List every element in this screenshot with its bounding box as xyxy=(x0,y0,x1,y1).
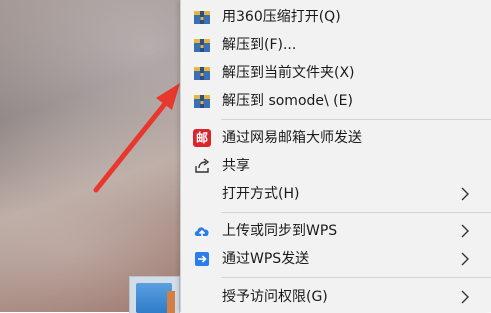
context-menu: 用360压缩打开(Q) 解压到(F)... 解压到当前文件夹(X) 解压到 so… xyxy=(180,0,491,312)
share-icon xyxy=(195,158,210,173)
menu-item-give-access[interactable]: 授予访问权限(G) xyxy=(181,284,491,310)
menu-separator xyxy=(221,212,491,213)
360-archive-icon xyxy=(194,67,210,80)
menu-item-label: 授予访问权限(G) xyxy=(222,289,328,305)
menu-item-send-via-wps[interactable]: 通过WPS发送 xyxy=(181,246,491,272)
netease-mail-master-icon: 邮 xyxy=(193,129,211,147)
file-thumbnail[interactable] xyxy=(129,276,180,313)
menu-item-label: 打开方式(H) xyxy=(222,186,300,202)
menu-item-label: 上传或同步到WPS xyxy=(222,223,338,239)
wps-send-icon xyxy=(195,252,209,266)
menu-item-extract-here[interactable]: 解压到当前文件夹(X) xyxy=(181,60,491,86)
menu-item-extract-to[interactable]: 解压到(F)... xyxy=(181,32,491,58)
menu-item-label: 通过网易邮箱大师发送 xyxy=(222,130,362,146)
mail-master-glyph: 邮 xyxy=(195,131,208,145)
menu-item-open-with-360[interactable]: 用360压缩打开(Q) xyxy=(181,4,491,30)
wps-cloud-upload-icon xyxy=(194,227,209,237)
chevron-right-icon xyxy=(461,252,469,266)
menu-item-send-via-mail-master[interactable]: 邮 通过网易邮箱大师发送 xyxy=(181,125,491,151)
menu-item-label: 解压到(F)... xyxy=(222,37,297,53)
360-archive-icon xyxy=(194,95,210,108)
menu-item-label: 用360压缩打开(Q) xyxy=(222,9,341,25)
menu-item-label: 解压到 somode\ (E) xyxy=(222,93,353,109)
menu-item-label: 共享 xyxy=(222,158,250,174)
360-archive-icon xyxy=(194,11,210,24)
menu-item-upload-sync-wps[interactable]: 上传或同步到WPS xyxy=(181,218,491,244)
menu-separator xyxy=(221,119,491,120)
chevron-right-icon xyxy=(461,224,469,238)
chevron-right-icon xyxy=(461,290,469,304)
chevron-right-icon xyxy=(461,187,469,201)
menu-item-open-with[interactable]: 打开方式(H) xyxy=(181,181,491,207)
menu-item-label: 解压到当前文件夹(X) xyxy=(222,65,355,81)
360-archive-icon xyxy=(194,39,210,52)
menu-item-share[interactable]: 共享 xyxy=(181,153,491,179)
menu-item-extract-to-folder[interactable]: 解压到 somode\ (E) xyxy=(181,88,491,114)
menu-separator xyxy=(221,277,491,278)
menu-item-label: 通过WPS发送 xyxy=(222,251,310,267)
